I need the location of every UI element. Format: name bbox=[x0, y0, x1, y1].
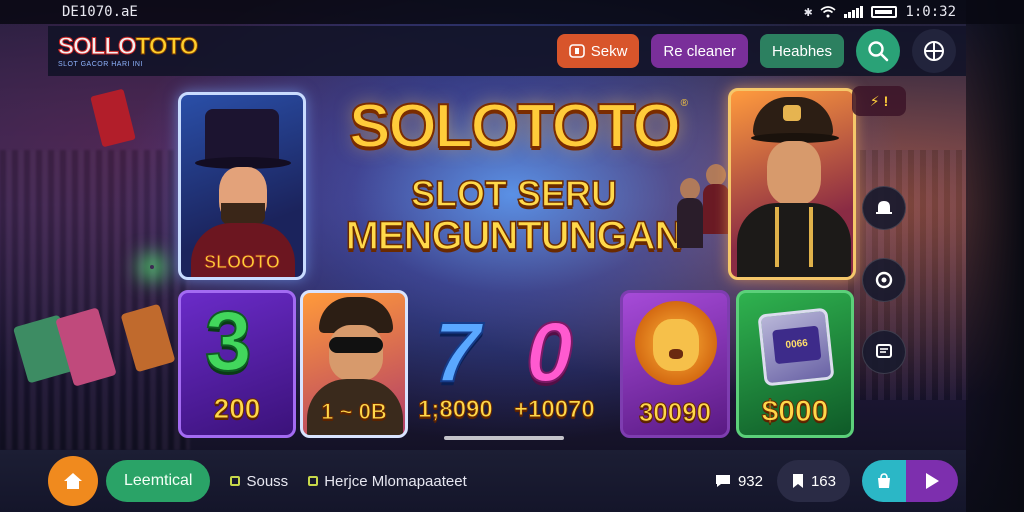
bottom-bar: Leemtical Souss Herjce Mlomapaateet 932 … bbox=[0, 450, 966, 512]
tile-label: $000 bbox=[761, 395, 829, 429]
tile-label: 30090 bbox=[638, 397, 712, 428]
bonus-badge[interactable]: ⚡ ! bbox=[852, 86, 906, 116]
hero-title-block: ® SOLOTOTO SLOT SERU MENGUNTUNGAN bbox=[318, 92, 710, 258]
status-carrier: DE1070.aE bbox=[62, 4, 138, 20]
tile-symbol: 0 bbox=[525, 305, 574, 399]
settings-icon bbox=[875, 271, 893, 289]
home-button[interactable] bbox=[48, 456, 98, 506]
login-icon bbox=[568, 44, 585, 58]
search-button[interactable] bbox=[856, 29, 900, 73]
square-icon bbox=[230, 476, 241, 486]
sunglasses-illustration bbox=[329, 337, 383, 353]
hero-title: SOLOTOTO bbox=[348, 92, 682, 161]
login-button[interactable]: Sekw bbox=[556, 34, 640, 68]
screen-edge bbox=[966, 0, 1024, 512]
hat-badge bbox=[783, 105, 801, 121]
login-label: Sekw bbox=[590, 42, 628, 60]
crowd-person-body bbox=[677, 198, 703, 248]
chat-bubble-icon bbox=[715, 475, 730, 487]
hero-subtitle-line2: MENGUNTUNGAN bbox=[345, 214, 684, 258]
bottom-link-label: Herjce Mlomapaateet bbox=[324, 472, 467, 490]
notifications-button[interactable] bbox=[862, 186, 906, 230]
bookmark-button[interactable]: 163 bbox=[776, 460, 850, 502]
lion-face bbox=[653, 319, 699, 371]
register-button[interactable]: Re cleaner bbox=[651, 34, 748, 68]
settings-button[interactable] bbox=[862, 258, 906, 302]
hero-card-caption: SLOOTO bbox=[204, 252, 281, 273]
stadium-light bbox=[150, 265, 154, 269]
bonus-badge-value: ! bbox=[883, 93, 889, 109]
bottom-link-label: Souss bbox=[246, 472, 289, 490]
hero-subtitle-line1: SLOT SERU bbox=[410, 173, 618, 214]
bag-icon bbox=[878, 473, 890, 488]
game-tile[interactable]: 1 ~ 0B bbox=[300, 290, 408, 438]
wifi-icon bbox=[820, 6, 836, 18]
primary-action-label: Leemtical bbox=[124, 472, 193, 489]
status-time: 1:0:32 bbox=[905, 4, 956, 20]
tile-label: 1 ~ 0B bbox=[321, 399, 387, 425]
logo-wordmark: SOLLOTOTO bbox=[58, 32, 199, 60]
game-tile[interactable]: 7 0 1;8090 +10070 bbox=[414, 290, 614, 438]
battery-icon bbox=[871, 6, 898, 18]
game-tile[interactable]: 0066 $000 bbox=[736, 290, 854, 438]
slot-machine-screen: 0066 bbox=[772, 325, 822, 365]
tile-label: 200 bbox=[213, 393, 261, 425]
logo-part2: TOTO bbox=[135, 32, 199, 60]
carousel-scroll-indicator[interactable] bbox=[444, 436, 564, 440]
lightning-icon: ⚡ bbox=[869, 92, 880, 109]
tile-label-left: 1;8090 bbox=[418, 396, 494, 424]
signal-icon bbox=[844, 6, 864, 18]
tile-label-right: +10070 bbox=[514, 396, 596, 424]
crowd-figures bbox=[676, 158, 736, 268]
bookmark-icon bbox=[792, 474, 803, 488]
bottom-link-herjce[interactable]: Herjce Mlomapaateet bbox=[308, 473, 467, 490]
play-button[interactable] bbox=[862, 460, 958, 502]
primary-action-button[interactable]: Leemtical bbox=[106, 460, 211, 502]
play-segment[interactable] bbox=[906, 460, 958, 502]
square-icon bbox=[308, 476, 319, 486]
heaches-label: Heabhes bbox=[771, 42, 832, 60]
bluetooth-icon: ✱ bbox=[803, 4, 813, 20]
crowd-person bbox=[680, 178, 700, 200]
registered-mark: ® bbox=[680, 98, 688, 109]
bottom-link-souss[interactable]: Souss bbox=[230, 473, 288, 490]
character-face bbox=[329, 325, 383, 381]
logo-part1: SOLLO bbox=[58, 32, 138, 60]
brand-logo[interactable]: SOLLOTOTO SLOT GACOR HARI INI bbox=[58, 32, 199, 68]
character-face bbox=[767, 141, 821, 205]
home-icon bbox=[64, 473, 82, 489]
hero-card-captain[interactable] bbox=[728, 88, 856, 280]
chat-counter[interactable]: 932 bbox=[714, 473, 763, 490]
stadium-crowd-left bbox=[0, 150, 190, 450]
crowd-person bbox=[706, 164, 726, 186]
slot-machine-illustration: 0066 bbox=[757, 307, 835, 387]
top-hat-illustration bbox=[205, 109, 279, 163]
chat-button[interactable] bbox=[862, 330, 906, 374]
tile-symbol: 7 bbox=[433, 305, 482, 399]
crowd-person-body bbox=[703, 184, 729, 234]
game-tile[interactable]: 3 200 bbox=[178, 290, 296, 438]
top-navigation: SOLLOTOTO SLOT GACOR HARI INI Sekw Re cl… bbox=[48, 26, 966, 76]
bell-icon bbox=[876, 201, 892, 214]
logo-tagline: SLOT GACOR HARI INI bbox=[58, 60, 143, 68]
hero-card-ringmaster[interactable]: SLOOTO bbox=[178, 92, 306, 280]
heaches-button[interactable]: Heabhes bbox=[759, 34, 844, 68]
share-segment[interactable] bbox=[862, 460, 906, 502]
uniform-trim bbox=[775, 207, 813, 267]
play-icon bbox=[926, 473, 939, 489]
lion-nose bbox=[669, 349, 683, 359]
game-tile[interactable]: 30090 bbox=[620, 290, 730, 438]
register-label: Re cleaner bbox=[663, 42, 736, 60]
language-button[interactable] bbox=[912, 29, 956, 73]
globe-icon bbox=[924, 41, 944, 61]
search-icon bbox=[868, 41, 889, 62]
tile-symbol: 3 bbox=[204, 294, 253, 388]
status-icons: ✱ 1:0:32 bbox=[804, 4, 956, 20]
chat-count-value: 932 bbox=[737, 472, 763, 490]
bookmark-count: 163 bbox=[810, 472, 836, 490]
chat-bubble-icon bbox=[876, 344, 892, 358]
status-bar: DE1070.aE ✱ 1:0:32 bbox=[0, 0, 1024, 24]
